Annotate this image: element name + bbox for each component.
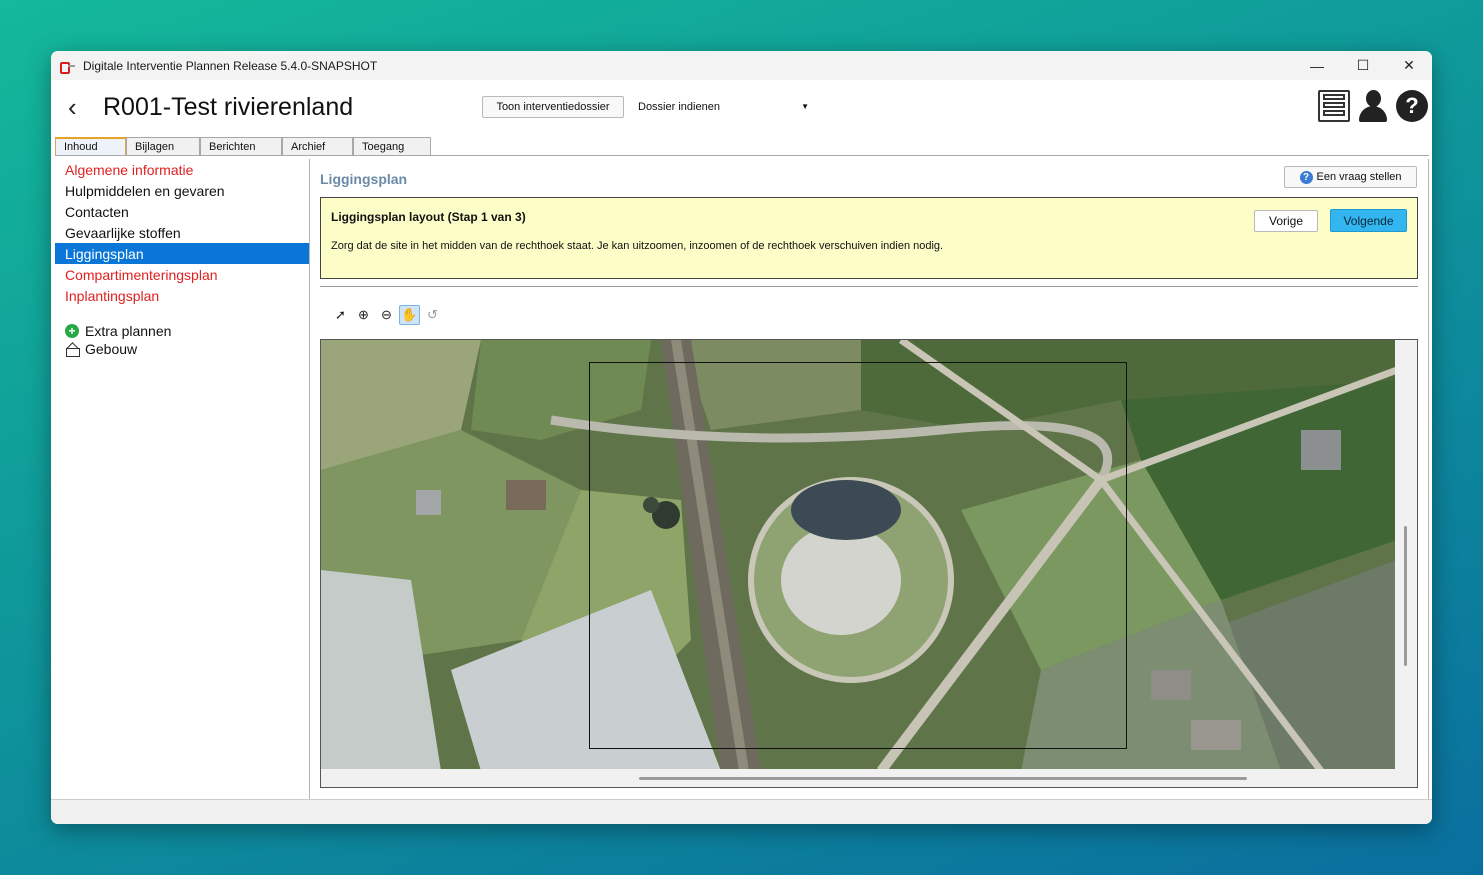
- gebouw-item[interactable]: Gebouw: [55, 340, 309, 358]
- question-icon: ?: [1299, 170, 1313, 184]
- maximize-button[interactable]: ☐: [1340, 51, 1386, 80]
- wizard-title: Liggingsplan layout (Stap 1 van 3): [331, 210, 526, 224]
- add-plus-icon: +: [65, 324, 79, 338]
- map-horizontal-scrollbar[interactable]: [321, 769, 1417, 787]
- content-right-border: [1428, 159, 1429, 799]
- toon-interventiedossier-button[interactable]: Toon interventiedossier: [482, 96, 624, 118]
- section-title: Liggingsplan: [320, 171, 408, 187]
- sidebar-item-compartimenteringsplan[interactable]: Compartimenteringsplan: [55, 264, 309, 285]
- sidebar-item-liggingsplan[interactable]: Liggingsplan: [55, 243, 309, 264]
- close-button[interactable]: ✕: [1386, 51, 1432, 80]
- sidebar: Algemene informatie Hulpmiddelen en geva…: [55, 159, 309, 799]
- tab-inhoud[interactable]: Inhoud: [55, 137, 126, 155]
- pan-hand-icon[interactable]: ✋: [399, 305, 420, 325]
- file-cabinet-icon[interactable]: [1318, 90, 1350, 122]
- back-arrow-icon[interactable]: ‹: [68, 94, 90, 120]
- minimize-button[interactable]: —: [1294, 51, 1340, 80]
- vorige-button[interactable]: Vorige: [1254, 210, 1318, 232]
- sidebar-item-inplantingsplan[interactable]: Inplantingsplan: [55, 285, 309, 306]
- crop-rectangle[interactable]: [589, 362, 1127, 749]
- user-icon[interactable]: [1357, 90, 1389, 122]
- chevron-down-icon: ▼: [801, 102, 809, 111]
- wizard-instruction: Zorg dat de site in het midden van de re…: [331, 240, 944, 252]
- page-title: R001-Test rivierenland: [103, 93, 354, 121]
- volgende-button[interactable]: Volgende: [1330, 209, 1407, 232]
- help-icon[interactable]: ?: [1396, 90, 1428, 122]
- undo-icon[interactable]: ↺: [422, 305, 443, 325]
- select-pointer-icon[interactable]: ➚: [330, 305, 351, 325]
- title-bar: Digitale Interventie Plannen Release 5.4…: [51, 51, 1432, 80]
- main-tabs: Inhoud Bijlagen Berichten Archief Toegan…: [55, 137, 431, 155]
- sidebar-item-hulpmiddelen[interactable]: Hulpmiddelen en gevaren: [55, 180, 309, 201]
- map-vertical-scrollbar[interactable]: [1395, 340, 1417, 770]
- zoom-out-icon[interactable]: ⊖: [376, 305, 397, 325]
- app-logo-icon: [59, 60, 77, 74]
- sidebar-item-algemene-informatie[interactable]: Algemene informatie: [55, 159, 309, 180]
- een-vraag-stellen-button[interactable]: ? Een vraag stellen: [1284, 166, 1417, 188]
- tabs-divider: [55, 155, 1429, 156]
- tab-archief[interactable]: Archief: [282, 137, 353, 155]
- dossier-action-select[interactable]: Dossier indienen ▼: [638, 96, 811, 118]
- zoom-in-icon[interactable]: ⊕: [353, 305, 374, 325]
- een-vraag-stellen-label: Een vraag stellen: [1316, 171, 1402, 183]
- map-toolbar: ➚ ⊕ ⊖ ✋ ↺: [330, 305, 443, 325]
- window-title: Digitale Interventie Plannen Release 5.4…: [83, 58, 378, 73]
- main-content: Liggingsplan ? Een vraag stellen Ligging…: [310, 159, 1428, 799]
- gebouw-label: Gebouw: [85, 341, 138, 357]
- window-controls: — ☐ ✕: [1294, 51, 1432, 80]
- tab-toegang[interactable]: Toegang: [353, 137, 431, 155]
- sidebar-item-gevaarlijke-stoffen[interactable]: Gevaarlijke stoffen: [55, 222, 309, 243]
- map-panel: ➚ ⊕ ⊖ ✋ ↺: [320, 286, 1418, 788]
- house-icon: [65, 343, 80, 357]
- app-window: Digitale Interventie Plannen Release 5.4…: [51, 51, 1432, 824]
- page-header: ‹ R001-Test rivierenland Toon interventi…: [51, 80, 1432, 136]
- sidebar-item-contacten[interactable]: Contacten: [55, 201, 309, 222]
- dossier-action-select-value: Dossier indienen: [638, 101, 720, 113]
- extra-plannen-label: Extra plannen: [85, 323, 172, 339]
- tab-berichten[interactable]: Berichten: [200, 137, 282, 155]
- extra-plannen-item[interactable]: + Extra plannen: [55, 322, 309, 340]
- aerial-map[interactable]: [320, 339, 1418, 788]
- wizard-panel: Liggingsplan layout (Stap 1 van 3) Zorg …: [320, 197, 1418, 279]
- tab-bijlagen[interactable]: Bijlagen: [126, 137, 200, 155]
- sidebar-extra: + Extra plannen Gebouw: [55, 322, 309, 358]
- status-bar: [51, 799, 1432, 824]
